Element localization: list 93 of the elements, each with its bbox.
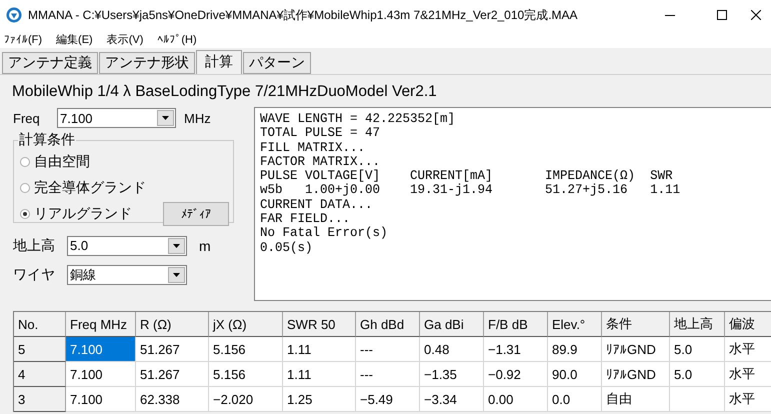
wire-label: ワイヤ bbox=[13, 266, 56, 284]
radio-button[interactable] bbox=[20, 157, 30, 167]
freq-label: Freq bbox=[13, 110, 41, 126]
output-line: WAVE LENGTH = 42.225352[m] bbox=[260, 112, 456, 127]
table-cell: 自由 bbox=[602, 387, 670, 412]
table-cell: 水平 bbox=[725, 387, 771, 412]
table-cell: −2.020 bbox=[209, 387, 283, 412]
radio-label[interactable]: 完全導体グランド bbox=[34, 179, 146, 197]
model-title: MobileWhip 1/4 λ BaseLodingType 7/21MHzDuoModel Ver2.1 bbox=[11, 83, 438, 102]
radio-label[interactable]: 自由空間 bbox=[34, 153, 90, 171]
tab[interactable]: パターン bbox=[243, 52, 311, 74]
table-cell: 水平 bbox=[725, 362, 771, 387]
table-cell: 1.11 bbox=[283, 362, 356, 387]
table-cell: −1.31 bbox=[484, 337, 548, 362]
table-cell: ﾘｱﾙGND bbox=[602, 337, 670, 362]
radio-button[interactable] bbox=[20, 183, 30, 193]
tab[interactable]: アンテナ定義 bbox=[2, 52, 98, 74]
window-title: MMANA - C:¥Users¥ja5ns¥OneDrive¥MMANA¥試作¥MobileWhip1.43m 7&21MHz_Ver2_010完成.MAA bbox=[28, 6, 579, 24]
output-line: 0.05(s) bbox=[260, 240, 314, 256]
app-icon bbox=[6, 7, 22, 23]
output-line: TOTAL PULSE = 47 bbox=[260, 126, 382, 141]
table-cell: 89.9 bbox=[548, 337, 602, 362]
output-line: No Fatal Error(s) bbox=[260, 226, 389, 242]
table-cell[interactable]: 7.100 bbox=[66, 337, 136, 362]
dropdown-arrow-icon bbox=[173, 244, 180, 248]
media-button[interactable]: ﾒﾃﾞｨｱ bbox=[163, 202, 229, 226]
maximize-icon bbox=[717, 10, 727, 20]
dropdown-button[interactable] bbox=[168, 266, 185, 282]
column-header[interactable]: 地上高 bbox=[670, 312, 725, 337]
table-cell: −5.49 bbox=[356, 387, 420, 412]
radio-button[interactable] bbox=[20, 209, 30, 219]
unit-label: MHz bbox=[184, 110, 211, 126]
wire-dropdown[interactable]: 銅線 bbox=[67, 264, 187, 284]
group-title: 計算条件 bbox=[18, 131, 76, 149]
output-line: FACTOR MATRIX... bbox=[260, 154, 382, 170]
table-cell: --- bbox=[356, 362, 420, 387]
table-cell: 5.156 bbox=[209, 337, 283, 362]
unit-label: m bbox=[199, 238, 211, 254]
height-dropdown[interactable]: 5.0 bbox=[67, 236, 187, 256]
freq-dropdown[interactable]: 7.100 bbox=[57, 108, 176, 128]
column-header[interactable]: jX (Ω) bbox=[209, 312, 283, 337]
table-cell: 0.48 bbox=[420, 337, 484, 362]
menu-item[interactable]: ﾍﾙﾌﾟ(H) bbox=[157, 32, 197, 46]
column-header[interactable]: SWR 50 bbox=[283, 312, 356, 337]
table-cell: −3.34 bbox=[420, 387, 484, 412]
table-cell: 90.0 bbox=[548, 362, 602, 387]
tab[interactable]: 計算 bbox=[196, 50, 242, 74]
table-cell: 62.338 bbox=[136, 387, 209, 412]
dropdown-button[interactable] bbox=[157, 110, 174, 126]
table-cell: 水平 bbox=[725, 337, 771, 362]
table-cell: −1.35 bbox=[420, 362, 484, 387]
table-cell: 5.0 bbox=[670, 337, 725, 362]
column-header[interactable]: 条件 bbox=[602, 312, 670, 337]
table-cell bbox=[670, 387, 725, 412]
column-header[interactable]: Ga dBi bbox=[420, 312, 484, 337]
table-cell: −0.92 bbox=[484, 362, 548, 387]
close-icon bbox=[751, 10, 761, 20]
radio-label[interactable]: リアルグランド bbox=[34, 205, 132, 223]
dropdown-button[interactable] bbox=[168, 238, 185, 254]
output-line: CURRENT DATA... bbox=[260, 197, 374, 212]
minimize-icon bbox=[665, 14, 675, 16]
row-header[interactable]: 4 bbox=[14, 362, 66, 387]
column-header[interactable]: Elev.° bbox=[548, 312, 602, 337]
table-cell: ﾘｱﾙGND bbox=[602, 362, 670, 387]
table-cell: 1.11 bbox=[283, 337, 356, 362]
table-cell: 5.0 bbox=[670, 362, 725, 387]
row-header[interactable]: 3 bbox=[14, 387, 66, 412]
height-label: 地上高 bbox=[13, 236, 56, 254]
menu-item[interactable]: ﾌｧｲﾙ(F) bbox=[4, 32, 42, 46]
column-header[interactable]: No. bbox=[14, 312, 66, 337]
table-cell: 51.267 bbox=[136, 337, 209, 362]
table-cell: 5.156 bbox=[209, 362, 283, 387]
column-header[interactable]: R (Ω) bbox=[136, 312, 209, 337]
table-cell[interactable]: 7.100 bbox=[66, 387, 136, 412]
output-line: w5b 1.00+j0.00 19.31-j1.94 51.27+j5.16 1.11 bbox=[260, 183, 682, 198]
menu-item[interactable]: 編集(E) bbox=[56, 32, 93, 46]
table-cell[interactable]: 7.100 bbox=[66, 362, 136, 387]
table-cell: 1.25 bbox=[283, 387, 356, 412]
row-header[interactable]: 5 bbox=[14, 337, 66, 362]
column-header[interactable]: F/B dB bbox=[484, 312, 548, 337]
output-line: FILL MATRIX... bbox=[260, 140, 366, 156]
column-header[interactable]: Freq MHz bbox=[66, 312, 136, 337]
output-line: FAR FIELD... bbox=[260, 212, 352, 226]
column-header[interactable]: Gh dBd bbox=[356, 312, 420, 337]
table-cell: 51.267 bbox=[136, 362, 209, 387]
dropdown-arrow-icon bbox=[173, 272, 180, 276]
table-cell: 0.00 bbox=[484, 387, 548, 412]
menu-item[interactable]: 表示(V) bbox=[106, 32, 144, 46]
table-cell: --- bbox=[356, 337, 420, 362]
dropdown-arrow-icon bbox=[162, 116, 169, 120]
tab[interactable]: アンテナ形状 bbox=[99, 52, 195, 74]
output-line: PULSE VOLTAGE[V] CURRENT[mA] IMPEDANCE(Ω) SWR bbox=[260, 168, 674, 184]
table-cell: 0.0 bbox=[548, 387, 602, 412]
